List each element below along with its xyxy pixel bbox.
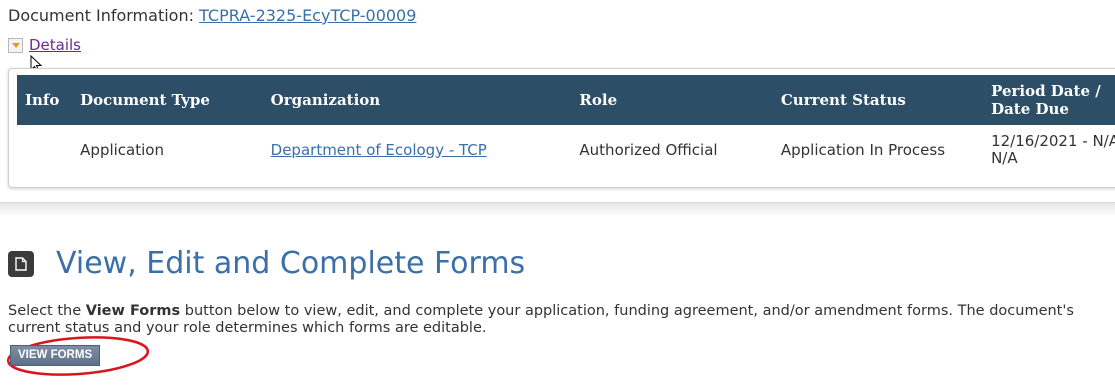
column-header-role: Role [579,91,618,109]
description-bold: View Forms [85,303,181,319]
cell-role: Authorized Official [579,140,718,159]
column-header-info: Info [25,91,60,109]
document-id-link[interactable]: TCPRA-2325-EcyTCP-00009 [199,6,416,25]
column-header-document-type: Document Type [80,91,210,109]
forms-section-header: View, Edit and Complete Forms [8,246,525,281]
document-table-panel: Info Document Type Organization Role Cur… [8,68,1115,188]
column-header-current-status: Current Status [780,91,906,109]
forms-section-title: View, Edit and Complete Forms [56,246,526,281]
document-information: Document Information: TCPRA-2325-EcyTCP-… [8,6,416,25]
document-info-label: Document Information: [8,6,194,25]
section-divider [0,202,1115,217]
column-header-period-date: Period Date / Date Due [991,82,1101,118]
cell-current-status: Application In Process [780,140,946,159]
forms-section-description: Select the View Forms button below to vi… [8,303,1108,337]
view-forms-button[interactable]: VIEW FORMS [10,345,101,366]
page: Document Information: TCPRA-2325-EcyTCP-… [0,0,1115,391]
details-link[interactable]: Details [29,36,81,54]
cell-organization: Department of Ecology - TCP [263,125,572,175]
description-prefix: Select the [8,303,86,319]
document-icon [8,250,34,277]
column-header-organization: Organization [270,91,381,109]
cell-document-type: Application [80,140,164,159]
expand-toggle-icon[interactable] [8,37,23,53]
document-table: Info Document Type Organization Role Cur… [17,75,1115,175]
table-header-row: Info Document Type Organization Role Cur… [17,75,1115,125]
table-row: Application Department of Ecology - TCP … [17,125,1115,175]
details-toggle-row[interactable]: Details [8,36,81,54]
organization-link[interactable]: Department of Ecology - TCP [271,141,487,159]
cell-info [17,125,72,175]
cell-period-date: 12/16/2021 - N/A N/A [991,132,1115,167]
